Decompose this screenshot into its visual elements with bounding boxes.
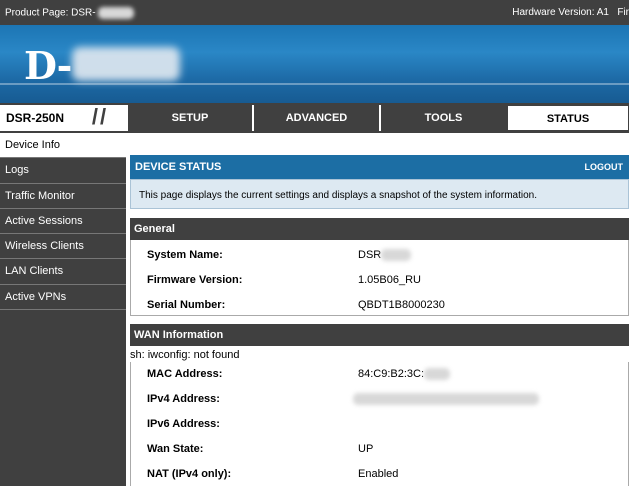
tab-advanced[interactable]: ADVANCED <box>252 105 379 131</box>
sidebar-item-wireless-clients[interactable]: Wireless Clients <box>0 234 126 260</box>
version-info: Hardware Version: A1 Fir <box>512 7 629 18</box>
sidebar-item-lan-clients[interactable]: LAN Clients <box>0 259 126 285</box>
page-description: This page displays the current settings … <box>130 179 629 209</box>
serial-number-value: QBDT1B8000230 <box>358 299 445 311</box>
product-page-info: Product Page: DSR- <box>5 7 135 19</box>
firmware-version-row: Firmware Version: 1.05B06_RU <box>131 268 629 293</box>
wan-section-header: WAN Information <box>130 324 629 346</box>
ipv4-address-value <box>353 393 539 406</box>
wan-state-row: Wan State: UP <box>131 437 629 462</box>
redacted-system-name <box>381 249 412 262</box>
mac-address-label: MAC Address: <box>147 368 223 380</box>
redacted-product-name <box>98 7 135 19</box>
wan-error-message: sh: iwconfig: not found <box>130 349 240 361</box>
mac-address-row: MAC Address: 84:C9:B2:3C: <box>131 362 629 387</box>
device-status-header: DEVICE STATUS LOGOUT <box>130 155 629 179</box>
system-name-label: System Name: <box>147 249 223 261</box>
firmware-version-value: 1.05B06_RU <box>358 274 421 286</box>
sidebar-item-active-sessions[interactable]: Active Sessions <box>0 209 126 235</box>
model-name: DSR-250N <box>0 105 74 131</box>
sidebar-item-logs[interactable]: Logs <box>0 158 126 184</box>
ipv6-address-row: IPv6 Address: <box>131 412 629 437</box>
nat-row: NAT (IPv4 only): Enabled <box>131 462 629 486</box>
firmware-version-label: Fir <box>617 7 629 18</box>
serial-number-label: Serial Number: <box>147 299 226 311</box>
firmware-version-label: Firmware Version: <box>147 274 243 286</box>
sidebar: Device Info Logs Traffic Monitor Active … <box>0 133 126 486</box>
sidebar-item-traffic-monitor[interactable]: Traffic Monitor <box>0 184 126 209</box>
logout-link[interactable]: LOGOUT <box>585 162 624 172</box>
banner-line <box>0 83 629 85</box>
brand-banner: D- <box>0 25 629 103</box>
general-section-header: General <box>130 218 629 240</box>
sidebar-item-active-vpns[interactable]: Active VPNs <box>0 285 126 311</box>
main-content: DEVICE STATUS LOGOUT This page displays … <box>130 133 629 486</box>
page-title: DEVICE STATUS <box>135 161 222 173</box>
tab-tools[interactable]: TOOLS <box>379 105 506 131</box>
product-page-label: Product Page: DSR- <box>5 7 96 19</box>
main-nav: DSR-250N // SETUP ADVANCED TOOLS STATUS <box>0 103 629 133</box>
brand-logo: D- <box>24 43 72 88</box>
ipv4-address-row: IPv4 Address: <box>131 387 629 412</box>
nat-label: NAT (IPv4 only): <box>147 468 232 480</box>
tab-setup[interactable]: SETUP <box>126 105 252 131</box>
serial-number-row: Serial Number: QBDT1B8000230 <box>131 293 629 318</box>
wan-panel: MAC Address: 84:C9:B2:3C: IPv4 Address: … <box>130 362 629 486</box>
tab-status[interactable]: STATUS <box>507 105 629 131</box>
nav-slash-decoration: // <box>74 105 126 131</box>
wan-state-label: Wan State: <box>147 443 204 455</box>
redacted-logo <box>72 47 180 81</box>
ipv6-address-label: IPv6 Address: <box>147 418 220 430</box>
ipv4-address-label: IPv4 Address: <box>147 393 220 405</box>
system-name-text: DSR <box>358 249 382 261</box>
nat-value: Enabled <box>358 468 399 480</box>
system-name-row: System Name: DSR <box>131 243 629 268</box>
general-panel: System Name: DSR Firmware Version: 1.05B… <box>130 240 629 316</box>
redacted-ipv4-address <box>353 393 539 406</box>
hardware-version-label: Hardware Version: A1 <box>512 7 609 18</box>
system-name-value: DSR <box>358 249 412 262</box>
redacted-mac-address <box>424 368 451 381</box>
wan-state-value: UP <box>358 443 374 455</box>
sidebar-item-device-info[interactable]: Device Info <box>0 133 126 159</box>
mac-address-value: 84:C9:B2:3C: <box>358 368 451 381</box>
mac-address-text: 84:C9:B2:3C: <box>358 368 425 380</box>
top-info-bar: Product Page: DSR- Hardware Version: A1 … <box>0 0 629 25</box>
